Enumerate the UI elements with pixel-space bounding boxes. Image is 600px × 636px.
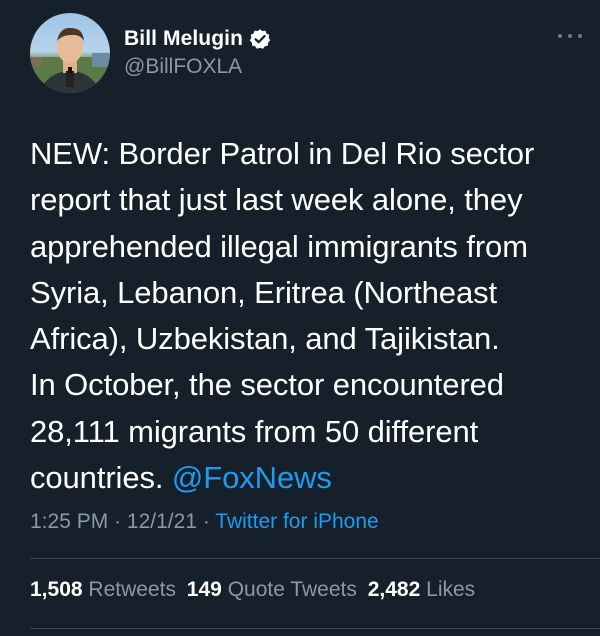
- avatar[interactable]: [30, 13, 110, 93]
- divider: [30, 558, 600, 559]
- verified-badge-icon: [249, 28, 271, 50]
- likes-label: Likes: [426, 578, 476, 601]
- likes-stat[interactable]: 2,482 Likes: [368, 578, 475, 601]
- quote-tweets-label: Quote Tweets: [227, 578, 357, 601]
- engagement-stats: 1,508 Retweets 149 Quote Tweets 2,482 Li…: [30, 578, 480, 602]
- author-name-row[interactable]: Bill Melugin: [124, 24, 271, 54]
- mention-link[interactable]: @FoxNews: [172, 460, 332, 495]
- quote-tweets-count: 149: [186, 578, 222, 601]
- tweet-line: 28,111 migrants from 50 different: [30, 413, 479, 449]
- tweet-meta: 1:25 PM · 12/1/21 · Twitter for iPhone: [30, 510, 379, 534]
- tweet-card: Bill Melugin @BillFOXLA NEW: Border Patr…: [0, 0, 600, 636]
- tweet-date[interactable]: 12/1/21: [127, 510, 197, 533]
- quote-tweets-stat[interactable]: 149 Quote Tweets: [187, 578, 357, 601]
- retweets-stat[interactable]: 1,508 Retweets: [30, 578, 176, 601]
- retweets-label: Retweets: [88, 578, 176, 601]
- meta-separator: ·: [202, 510, 210, 533]
- tweet-line: Africa), Uzbekistan, and Tajikistan.: [30, 321, 500, 357]
- tweet-line: Syria, Lebanon, Eritrea (Northeast: [30, 274, 498, 310]
- author-handle[interactable]: @BillFOXLA: [124, 55, 242, 79]
- tweet-line: countries.: [30, 460, 164, 496]
- tweet-text: NEW: Border Patrol in Del Rio sector rep…: [30, 131, 585, 501]
- author-display-name[interactable]: Bill Melugin: [124, 27, 243, 51]
- tweet-line: NEW: Border Patrol in Del Rio sector: [30, 136, 535, 171]
- avatar-photo: [30, 27, 110, 93]
- divider: [30, 628, 600, 629]
- retweets-count: 1,508: [30, 578, 83, 601]
- tweet-line: apprehended illegal immigrants from: [30, 228, 528, 264]
- tweet-time[interactable]: 1:25 PM: [30, 510, 108, 533]
- more-dot: [568, 34, 572, 38]
- tweet-source-link[interactable]: Twitter for iPhone: [215, 510, 378, 533]
- tweet-line: report that just last week alone, they: [30, 182, 523, 218]
- more-options-icon[interactable]: [558, 26, 582, 46]
- tweet-line: In October, the sector encountered: [30, 367, 504, 403]
- more-dot: [558, 34, 562, 38]
- likes-count: 2,482: [367, 578, 421, 601]
- meta-separator: ·: [114, 510, 122, 533]
- tweet-last-line: countries. @FoxNews: [30, 455, 585, 501]
- more-dot: [578, 34, 582, 38]
